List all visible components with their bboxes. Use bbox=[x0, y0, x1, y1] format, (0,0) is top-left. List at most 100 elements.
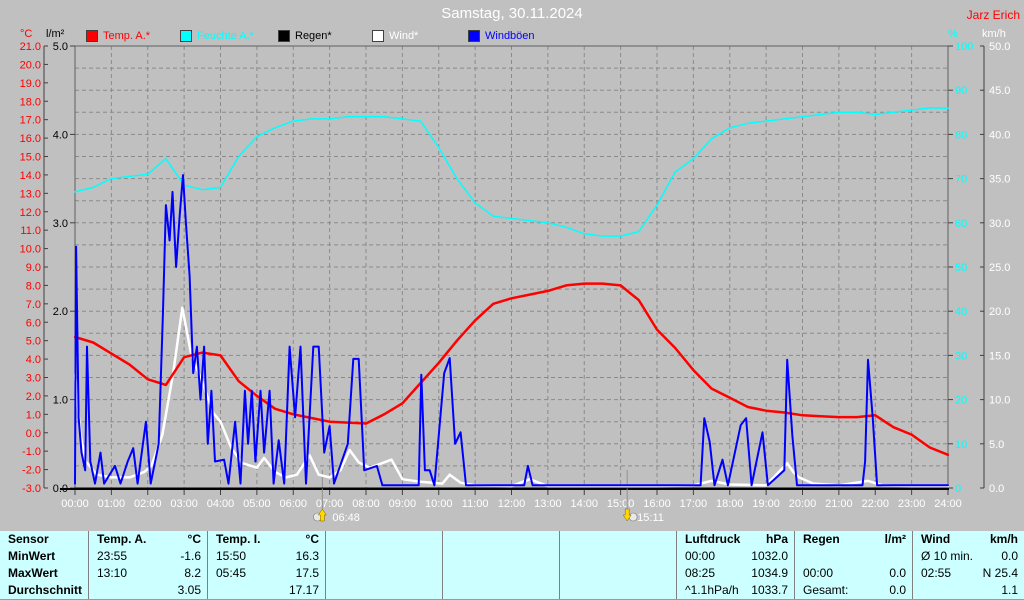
rain-axis-tick-label: 3.0 bbox=[53, 218, 68, 230]
wind-axis-tick-label: 50.0 bbox=[989, 41, 1010, 53]
avg-value: 3.05 bbox=[177, 583, 201, 597]
wind-axis-unit: km/h bbox=[982, 28, 1006, 40]
sunrise-marker-time-label: 06:48 bbox=[332, 512, 360, 524]
humidity-axis-tick-label: 0 bbox=[955, 483, 961, 495]
temp-axis-tick-label: -1.0 bbox=[22, 446, 41, 458]
legend-label: Temp. A.* bbox=[103, 30, 151, 42]
temp-axis-tick-label: 9.0 bbox=[26, 262, 41, 274]
x-axis-hour-label: 24:00 bbox=[934, 498, 962, 510]
table-section-empty-3 bbox=[559, 531, 676, 599]
max-time: 08:25 bbox=[685, 566, 716, 580]
max-value: N 25.4 bbox=[982, 566, 1018, 580]
temp-axis-tick-label: 2.0 bbox=[26, 391, 41, 403]
row-label-maxwert: MaxWert bbox=[8, 566, 58, 580]
x-axis-hour-label: 03:00 bbox=[170, 498, 198, 510]
wind-axis-tick-label: 45.0 bbox=[989, 85, 1010, 97]
legend-label: Feuchte A.* bbox=[197, 30, 254, 42]
temp-axis-tick-label: 3.0 bbox=[26, 373, 41, 385]
humidity-axis-tick-label: 10 bbox=[955, 439, 967, 451]
table-row-labels: Sensor MinWert MaxWert Durchschnitt bbox=[0, 531, 88, 599]
temp-swatch-icon bbox=[86, 30, 98, 42]
rain-axis-unit: l/m² bbox=[46, 28, 65, 40]
temp-axis-tick-label: 5.0 bbox=[26, 336, 41, 348]
x-axis-hour-label: 01:00 bbox=[98, 498, 126, 510]
min-value: 1032.0 bbox=[751, 549, 788, 563]
temp-axis-unit: °C bbox=[20, 28, 33, 40]
table-section-regen: Regen l/m² 00:00 0.0 Gesamt: 0.0 bbox=[794, 531, 912, 599]
temp-axis-tick-label: 11.0 bbox=[20, 225, 41, 237]
temp-axis-tick-label: 4.0 bbox=[26, 354, 41, 366]
legend-item-rain: Regen* bbox=[278, 30, 332, 42]
temp-axis-tick-label: -2.0 bbox=[22, 465, 41, 477]
page-title: Samstag, 30.11.2024 bbox=[441, 5, 583, 22]
x-axis-hour-label: 14:00 bbox=[570, 498, 598, 510]
max-value: 17.5 bbox=[295, 566, 319, 580]
x-axis-hour-label: 11:00 bbox=[462, 498, 489, 510]
x-axis-hour-label: 16:00 bbox=[643, 498, 671, 510]
legend-label: Windböen bbox=[485, 30, 535, 42]
x-axis-hour-label: 18:00 bbox=[716, 498, 744, 510]
min-time: 23:55 bbox=[97, 549, 128, 563]
table-section-wind: Wind km/h Ø 10 min. 0.0 02:55 N 25.4 1.1 bbox=[912, 531, 1024, 599]
temp-axis-tick-label: 18.0 bbox=[20, 96, 41, 108]
x-axis-hour-label: 17:00 bbox=[680, 498, 708, 510]
legend-label: Wind* bbox=[389, 30, 419, 42]
section-unit: l/m² bbox=[884, 532, 906, 546]
legend-item-gusts: Windböen bbox=[468, 30, 535, 42]
legend-item-humidity: Feuchte A.* bbox=[180, 30, 254, 42]
rain-axis-tick-label: 2.0 bbox=[53, 306, 68, 318]
temp-axis-tick-label: 8.0 bbox=[26, 280, 41, 292]
wind-axis-tick-label: 10.0 bbox=[989, 395, 1010, 407]
max-time: 02:55 bbox=[921, 566, 952, 580]
total-value: 0.0 bbox=[889, 583, 906, 597]
section-unit: °C bbox=[305, 532, 319, 546]
gusts-swatch-icon bbox=[468, 30, 480, 42]
temp-axis-tick-label: 10.0 bbox=[20, 244, 41, 256]
x-axis-hour-label: 12:00 bbox=[498, 498, 526, 510]
humidity-axis-unit: % bbox=[948, 28, 958, 40]
humidity-axis-tick-label: 80 bbox=[955, 129, 967, 141]
avg10-label: Ø 10 min. bbox=[921, 549, 974, 563]
temp-axis-tick-label: -3.0 bbox=[22, 483, 41, 495]
x-axis-hour-label: 07:00 bbox=[316, 498, 344, 510]
rain-value: 0.0 bbox=[889, 566, 906, 580]
min-time: 00:00 bbox=[685, 549, 716, 563]
humidity-axis-tick-label: 40 bbox=[955, 306, 967, 318]
min-value: -1.6 bbox=[180, 549, 201, 563]
wind-axis-tick-label: 30.0 bbox=[989, 218, 1010, 230]
section-name: Luftdruck bbox=[685, 532, 741, 546]
temp-axis-tick-label: 16.0 bbox=[20, 133, 41, 145]
x-axis-hour-label: 19:00 bbox=[752, 498, 780, 510]
start-time: 00:00 bbox=[803, 566, 834, 580]
rain-swatch-icon bbox=[278, 30, 290, 42]
row-label-minwert: MinWert bbox=[8, 549, 56, 563]
wind-axis-tick-label: 15.0 bbox=[989, 350, 1010, 362]
temp-axis-tick-label: 15.0 bbox=[20, 152, 41, 164]
section-name: Regen bbox=[803, 532, 840, 546]
temp-axis-tick-label: 0.0 bbox=[26, 428, 41, 440]
wind-swatch-icon bbox=[372, 30, 384, 42]
section-name: Wind bbox=[921, 532, 951, 546]
x-axis-hour-label: 09:00 bbox=[389, 498, 417, 510]
humidity-axis-tick-label: 60 bbox=[955, 218, 967, 230]
temp-axis-tick-label: 1.0 bbox=[26, 409, 41, 421]
min-time: 15:50 bbox=[216, 549, 247, 563]
min-value: 16.3 bbox=[295, 549, 319, 563]
section-unit: km/h bbox=[989, 532, 1018, 546]
humidity-axis-tick-label: 90 bbox=[955, 85, 967, 97]
x-axis-hour-label: 05:00 bbox=[243, 498, 271, 510]
weather-chart: 21.0 20.0 19.0 18.0 17.0 16.0 15.0 14.0 13.0 12.0… bbox=[20, 41, 1011, 524]
avg10-value: 0.0 bbox=[1001, 549, 1018, 563]
section-name: Temp. I. bbox=[216, 532, 261, 546]
wind-axis-tick-label: 0.0 bbox=[989, 483, 1004, 495]
x-axis-hour-label: 04:00 bbox=[207, 498, 235, 510]
rain-axis-tick-label: 1.0 bbox=[53, 395, 68, 407]
x-axis-hour-label: 22:00 bbox=[861, 498, 889, 510]
wind-axis-tick-label: 25.0 bbox=[989, 262, 1010, 274]
max-time: 13:10 bbox=[97, 566, 128, 580]
temp-axis-tick-label: 6.0 bbox=[26, 317, 41, 329]
table-section-luftdruck: Luftdruck hPa 00:00 1032.0 08:25 1034.9 ^1.… bbox=[676, 531, 794, 599]
wind-axis-tick-label: 5.0 bbox=[989, 439, 1004, 451]
temp-axis-tick-label: 21.0 bbox=[20, 41, 41, 53]
table-section-temp-i: Temp. I. °C 15:50 16.3 05:45 17.5 17.17 bbox=[207, 531, 325, 599]
